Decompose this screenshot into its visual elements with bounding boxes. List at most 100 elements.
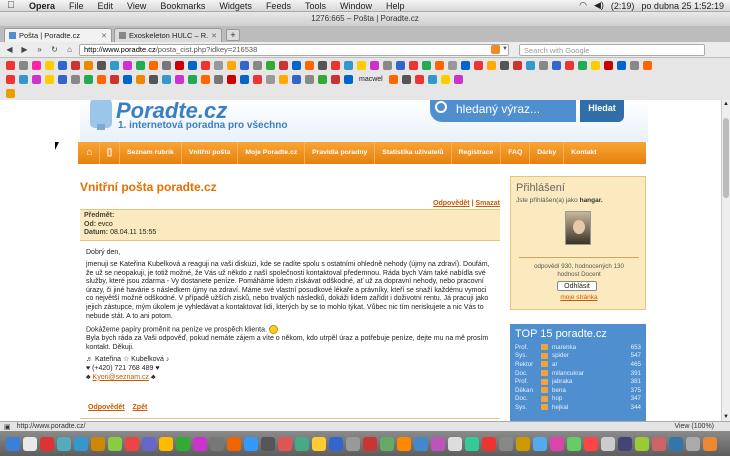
top15-name[interactable]: marenka [552, 344, 621, 351]
bookmark-icon[interactable] [58, 74, 67, 84]
dock-app-icon[interactable] [414, 436, 428, 451]
bookmark-icon[interactable] [331, 74, 340, 84]
nav-seznam-rubrik[interactable]: Seznam rubrik [120, 142, 182, 164]
menu-file[interactable]: File [62, 1, 91, 11]
dock-app-icon[interactable] [261, 436, 275, 451]
menu-view[interactable]: View [120, 1, 153, 11]
my-page-link[interactable]: moje stránka [511, 294, 647, 301]
delete-link[interactable]: Smazat [475, 200, 500, 207]
logout-button[interactable]: Odhlásit [557, 281, 597, 291]
bookmark-icon[interactable] [630, 60, 639, 70]
dock-app-icon[interactable] [312, 436, 326, 451]
bookmark-icon[interactable] [266, 60, 275, 70]
volume-icon[interactable]: ◀) [594, 0, 604, 11]
bookmark-icon[interactable] [422, 60, 431, 70]
bookmark-icon[interactable] [565, 60, 574, 70]
dock-app-icon[interactable] [244, 436, 258, 451]
from-value[interactable]: evco [98, 221, 113, 228]
bookmark-icon[interactable] [110, 60, 119, 70]
top15-name[interactable]: hejkal [552, 404, 621, 411]
reload-icon[interactable]: ↻ [49, 44, 60, 55]
bookmark-icon[interactable] [279, 74, 288, 84]
dock-app-icon[interactable] [601, 436, 615, 451]
dock-app-icon[interactable] [380, 436, 394, 451]
bookmark-icon[interactable] [58, 60, 67, 70]
home-icon[interactable]: ⌂ [64, 44, 75, 55]
top15-row[interactable]: Prof. marenka 653 [515, 343, 641, 352]
dock-app-icon[interactable] [295, 436, 309, 451]
bookmark-icon[interactable] [97, 60, 106, 70]
bookmark-icon[interactable] [201, 74, 210, 84]
bookmark-icon[interactable] [292, 60, 301, 70]
close-icon[interactable]: ✕ [101, 32, 107, 40]
bookmark-icon[interactable] [292, 74, 301, 84]
bookmark-macwel[interactable]: macwel [357, 76, 385, 83]
close-icon[interactable]: ✕ [211, 32, 217, 40]
bookmark-icon[interactable] [6, 74, 15, 84]
bookmark-icon[interactable] [409, 60, 418, 70]
bookmark-icon[interactable] [110, 74, 119, 84]
bookmark-icon[interactable] [175, 74, 184, 84]
bookmark-icon[interactable] [440, 74, 450, 84]
top15-name[interactable]: jabraka [552, 378, 621, 385]
dock-app-icon[interactable] [6, 436, 20, 451]
bookmark-icon[interactable] [344, 74, 353, 84]
site-search-button[interactable]: Hledat [580, 100, 624, 122]
dock-app-icon[interactable] [635, 436, 649, 451]
dock-app-icon[interactable] [482, 436, 496, 451]
back-link[interactable]: Zpět [133, 404, 148, 411]
bookmark-icon[interactable] [539, 60, 548, 70]
bookmark-icon[interactable] [453, 74, 463, 84]
menu-tools[interactable]: Tools [298, 1, 333, 11]
bookmark-icon[interactable] [188, 60, 197, 70]
bookmark-icon[interactable] [500, 60, 509, 70]
forward-icon[interactable]: ▶ [19, 44, 30, 55]
nav-faq[interactable]: FAQ [501, 142, 531, 164]
top15-row[interactable]: Rektor ar 465 [515, 360, 641, 369]
top15-row[interactable]: Sys. hejkal 344 [515, 403, 641, 412]
apple-icon[interactable]:  [0, 0, 22, 11]
bookmark-icon[interactable] [388, 74, 398, 84]
bookmark-icon[interactable] [149, 60, 158, 70]
bookmark-icon[interactable] [123, 74, 132, 84]
top15-row[interactable]: Prof. jabraka 381 [515, 377, 641, 386]
nav-kontakt[interactable]: Kontakt [564, 142, 603, 164]
bookmark-icon[interactable] [19, 74, 28, 84]
bookmark-icon[interactable] [201, 60, 210, 70]
dock-app-icon[interactable] [108, 436, 122, 451]
email-link[interactable]: Kyori@seznam.cz [93, 374, 150, 381]
bookmark-icon[interactable] [604, 60, 613, 70]
bookmark-icon[interactable] [162, 60, 171, 70]
bookmark-icon[interactable] [461, 60, 470, 70]
bookmark-icon[interactable] [188, 74, 197, 84]
tab-posta[interactable]: Pošta | Poradte.cz ✕ [4, 28, 112, 42]
bookmark-icon[interactable] [643, 60, 652, 70]
scroll-up-icon[interactable]: ▲ [723, 101, 729, 107]
top15-name[interactable]: milancukrar [552, 370, 621, 377]
phone-icon[interactable]: ▯ [100, 142, 120, 164]
dock-app-icon[interactable] [618, 436, 632, 451]
dock-app-icon[interactable] [397, 436, 411, 451]
bookmark-icon[interactable] [240, 60, 249, 70]
bookmark-icon[interactable] [396, 60, 405, 70]
bookmark-icon[interactable] [227, 60, 236, 70]
dock-app-icon[interactable] [363, 436, 377, 451]
dock-app-icon[interactable] [74, 436, 88, 451]
dropdown-icon[interactable]: ▼ [502, 44, 508, 55]
bookmark-icon[interactable] [513, 60, 522, 70]
bookmark-icon[interactable] [331, 60, 340, 70]
dock-app-icon[interactable] [23, 436, 37, 451]
bookmark-icon[interactable] [383, 60, 392, 70]
battery-status[interactable]: (2:19) [611, 1, 635, 11]
dock-app-icon[interactable] [669, 436, 683, 451]
bookmark-icon[interactable] [526, 60, 535, 70]
bookmark-icon[interactable] [45, 74, 54, 84]
scroll-down-icon[interactable]: ▼ [723, 414, 729, 420]
fast-forward-icon[interactable]: » [34, 44, 45, 55]
menu-feeds[interactable]: Feeds [259, 1, 298, 11]
top15-name[interactable]: ar [552, 361, 621, 368]
page-scrollbar[interactable]: ▲ ▼ [721, 100, 730, 421]
nav-registrace[interactable]: Registrace [452, 142, 502, 164]
bookmark-icon[interactable] [175, 60, 184, 70]
bookmark-icon[interactable] [227, 74, 236, 84]
